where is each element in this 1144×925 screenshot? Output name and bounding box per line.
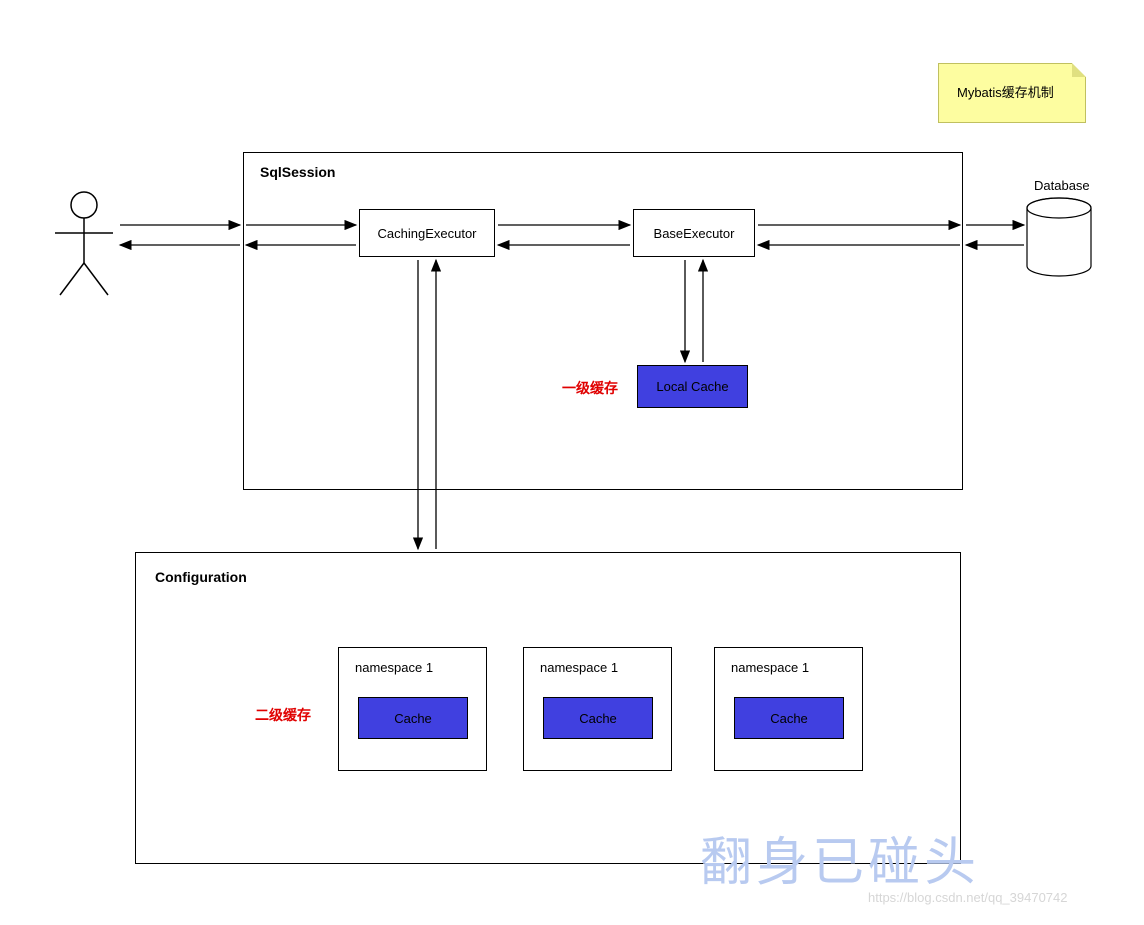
- note-fold-icon: [1072, 63, 1086, 77]
- namespace-title-3: namespace 1: [731, 660, 809, 675]
- cache-box-1: Cache: [358, 697, 468, 739]
- watermark-big: 翻身已碰头: [700, 820, 980, 895]
- base-executor-label: BaseExecutor: [654, 226, 735, 241]
- local-cache-label: Local Cache: [656, 379, 728, 394]
- namespace-title-2: namespace 1: [540, 660, 618, 675]
- note-text: Mybatis缓存机制: [957, 82, 1054, 101]
- level1-cache-label: 一级缓存: [562, 378, 618, 398]
- cache-label-1: Cache: [394, 711, 432, 726]
- diagram-canvas: Mybatis缓存机制 SqlSession CachingExecutor B…: [0, 0, 1144, 925]
- base-executor-box: BaseExecutor: [633, 209, 755, 257]
- cache-label-2: Cache: [579, 711, 617, 726]
- caching-executor-box: CachingExecutor: [359, 209, 495, 257]
- sqlsession-title: SqlSession: [260, 164, 335, 180]
- cache-label-3: Cache: [770, 711, 808, 726]
- level2-cache-label: 二级缓存: [255, 705, 311, 725]
- sqlsession-container: [243, 152, 963, 490]
- cache-box-2: Cache: [543, 697, 653, 739]
- configuration-title: Configuration: [155, 569, 247, 585]
- sticky-note: Mybatis缓存机制: [938, 63, 1086, 123]
- watermark-small: https://blog.csdn.net/qq_39470742: [868, 890, 1068, 905]
- local-cache-box: Local Cache: [637, 365, 748, 408]
- caching-executor-label: CachingExecutor: [378, 226, 477, 241]
- cache-box-3: Cache: [734, 697, 844, 739]
- database-label: Database: [1034, 178, 1090, 193]
- namespace-title-1: namespace 1: [355, 660, 433, 675]
